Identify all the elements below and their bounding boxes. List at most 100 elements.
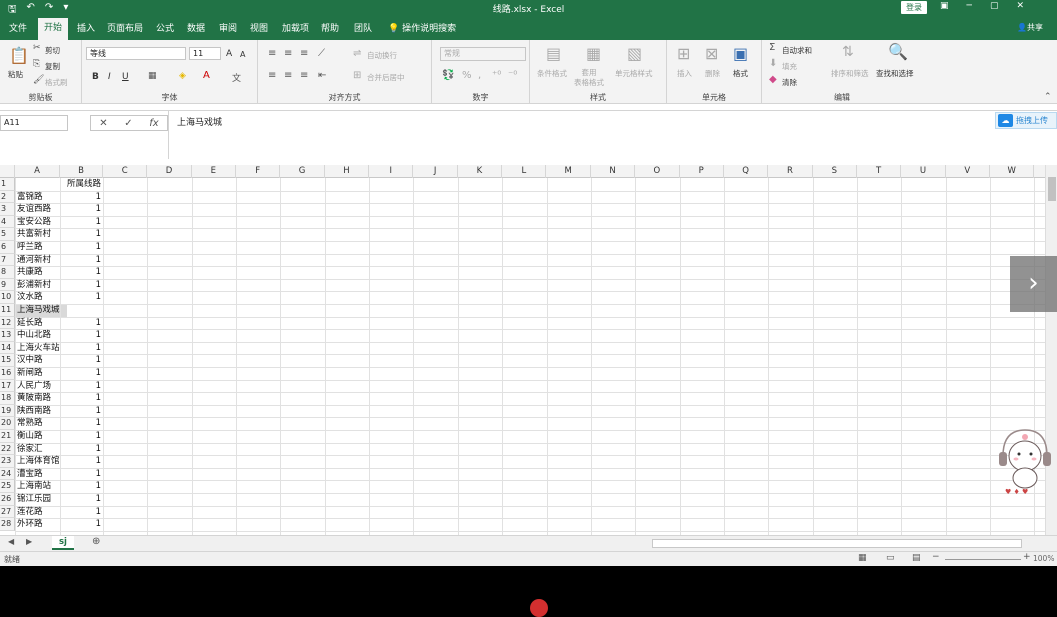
row-header-1[interactable]: 1 bbox=[0, 178, 15, 191]
indent-icon[interactable]: ⇤ bbox=[318, 70, 326, 81]
next-slide-button[interactable]: › bbox=[1010, 256, 1057, 312]
wrap-text-button[interactable]: 自动换行 bbox=[367, 50, 397, 61]
tab-help[interactable]: 帮助 bbox=[321, 21, 339, 34]
row-header-10[interactable]: 10 bbox=[0, 291, 15, 304]
row-header-4[interactable]: 4 bbox=[0, 215, 15, 229]
row-header-19[interactable]: 19 bbox=[0, 404, 15, 418]
zoom-level[interactable]: 100% bbox=[1033, 554, 1054, 563]
cell-b23[interactable]: 1 bbox=[60, 455, 101, 468]
column-header-o[interactable]: O bbox=[635, 165, 680, 178]
cell-a25[interactable]: 上海南站 bbox=[17, 480, 60, 493]
row-header-8[interactable]: 8 bbox=[0, 266, 15, 279]
fill-color-icon[interactable]: ◈ bbox=[179, 71, 186, 81]
cell-a16[interactable]: 新闸路 bbox=[17, 367, 60, 380]
cell-a13[interactable]: 中山北路 bbox=[17, 329, 60, 342]
cell-a10[interactable]: 汶水路 bbox=[17, 291, 60, 304]
cell-b6[interactable]: 1 bbox=[60, 241, 101, 254]
copy-button[interactable]: 复制 bbox=[45, 61, 60, 72]
column-header-t[interactable]: T bbox=[857, 165, 902, 178]
row-header-23[interactable]: 23 bbox=[0, 455, 15, 468]
vertical-scroll-thumb[interactable] bbox=[1048, 177, 1056, 201]
cell-b12[interactable]: 1 bbox=[60, 317, 101, 330]
cell-b13[interactable]: 1 bbox=[60, 329, 101, 342]
conditional-formatting-button[interactable]: 条件格式 bbox=[537, 68, 567, 79]
row-header-5[interactable]: 5 bbox=[0, 228, 15, 241]
column-header-m[interactable]: M bbox=[547, 165, 591, 178]
underline-button[interactable]: U bbox=[122, 72, 129, 82]
row-header-18[interactable]: 18 bbox=[0, 392, 15, 405]
align-center-icon[interactable]: ≡ bbox=[284, 70, 292, 81]
cell-a4[interactable]: 宝安公路 bbox=[17, 216, 60, 229]
page-break-view-icon[interactable]: ▤ bbox=[912, 553, 921, 563]
column-header-b[interactable]: B bbox=[60, 165, 103, 178]
add-sheet-icon[interactable]: ⊕ bbox=[92, 536, 100, 547]
cell-b15[interactable]: 1 bbox=[60, 354, 101, 367]
align-bottom-icon[interactable]: ≡ bbox=[300, 48, 308, 59]
cell-b16[interactable]: 1 bbox=[60, 367, 101, 380]
horizontal-scrollbar[interactable] bbox=[652, 539, 1022, 548]
row-header-24[interactable]: 24 bbox=[0, 467, 15, 481]
worksheet-grid[interactable]: ABCDEFGHIJKLMNOPQRSTUVW 1 所属线路 2 富锦路 1 3 友谊西路 1… bbox=[0, 165, 1045, 535]
formula-input[interactable]: 上海马戏城 bbox=[168, 111, 1057, 159]
cell-b3[interactable]: 1 bbox=[60, 203, 101, 216]
tab-insert[interactable]: 插入 bbox=[77, 21, 95, 34]
decrease-decimal-icon[interactable]: ⁻⁰ bbox=[508, 70, 517, 81]
cell-a9[interactable]: 彭浦新村 bbox=[17, 279, 60, 292]
tab-formulas[interactable]: 公式 bbox=[156, 21, 174, 34]
cell-a3[interactable]: 友谊西路 bbox=[17, 203, 60, 216]
login-button[interactable]: 登录 bbox=[901, 1, 927, 14]
row-header-21[interactable]: 21 bbox=[0, 430, 15, 443]
row-header-13[interactable]: 13 bbox=[0, 329, 15, 342]
format-painter-button[interactable]: 格式刷 bbox=[45, 77, 68, 88]
cell-b19[interactable]: 1 bbox=[60, 405, 101, 418]
row-header-22[interactable]: 22 bbox=[0, 442, 15, 456]
font-name-select[interactable]: 等线 bbox=[86, 47, 186, 60]
currency-icon[interactable]: 💱 bbox=[442, 70, 454, 81]
minimize-button[interactable]: ─ bbox=[967, 1, 972, 11]
cell-a12[interactable]: 延长路 bbox=[17, 317, 60, 330]
tab-review[interactable]: 审阅 bbox=[219, 21, 237, 34]
next-sheet-icon[interactable]: ▶ bbox=[26, 537, 32, 546]
merge-center-button[interactable]: 合并后居中 bbox=[367, 72, 405, 83]
delete-cells-button[interactable]: 删除 bbox=[705, 68, 720, 79]
cell-a15[interactable]: 汉中路 bbox=[17, 354, 60, 367]
cell-b22[interactable]: 1 bbox=[60, 443, 101, 456]
column-header-u[interactable]: U bbox=[901, 165, 946, 178]
cell-b1[interactable]: 所属线路 bbox=[60, 178, 101, 191]
column-header-g[interactable]: G bbox=[280, 165, 325, 178]
cell-a7[interactable]: 通河新村 bbox=[17, 254, 60, 267]
cell-b20[interactable]: 1 bbox=[60, 417, 101, 430]
cell-b8[interactable]: 1 bbox=[60, 266, 101, 279]
cloud-upload-button[interactable]: ☁ 拖拽上传 bbox=[995, 112, 1057, 129]
autosum-button[interactable]: 自动求和 bbox=[782, 45, 812, 56]
column-header-h[interactable]: H bbox=[325, 165, 370, 178]
font-color-icon[interactable]: A bbox=[203, 70, 210, 81]
cell-a2[interactable]: 富锦路 bbox=[17, 191, 60, 204]
column-header-n[interactable]: N bbox=[591, 165, 636, 178]
cell-styles-button[interactable]: 单元格样式 bbox=[615, 68, 653, 79]
fill-button[interactable]: 填充 bbox=[782, 61, 797, 72]
insert-function-icon[interactable]: fx bbox=[149, 118, 158, 129]
align-top-icon[interactable]: ≡ bbox=[268, 48, 276, 59]
cell-a19[interactable]: 陕西南路 bbox=[17, 405, 60, 418]
row-header-26[interactable]: 26 bbox=[0, 493, 15, 506]
column-header-j[interactable]: J bbox=[413, 165, 458, 178]
column-header-l[interactable]: L bbox=[502, 165, 547, 178]
decrease-font-button[interactable]: A bbox=[240, 50, 245, 59]
column-header-s[interactable]: S bbox=[813, 165, 857, 178]
column-header-a[interactable]: A bbox=[15, 165, 60, 178]
tab-home[interactable]: 开始 bbox=[38, 18, 69, 40]
row-header-6[interactable]: 6 bbox=[0, 241, 15, 254]
cell-b24[interactable]: 1 bbox=[60, 468, 101, 481]
tab-page-layout[interactable]: 页面布局 bbox=[107, 21, 143, 34]
cell-b26[interactable]: 1 bbox=[60, 493, 101, 506]
cell-b7[interactable]: 1 bbox=[60, 254, 101, 267]
column-header-q[interactable]: Q bbox=[724, 165, 769, 178]
cell-a8[interactable]: 共康路 bbox=[17, 266, 60, 279]
bold-button[interactable]: B bbox=[92, 72, 99, 82]
cell-b4[interactable]: 1 bbox=[60, 216, 101, 229]
row-header-7[interactable]: 7 bbox=[0, 253, 15, 267]
cell-a20[interactable]: 常熟路 bbox=[17, 417, 60, 430]
tab-addins[interactable]: 加载项 bbox=[282, 21, 309, 34]
cell-b21[interactable]: 1 bbox=[60, 430, 101, 443]
